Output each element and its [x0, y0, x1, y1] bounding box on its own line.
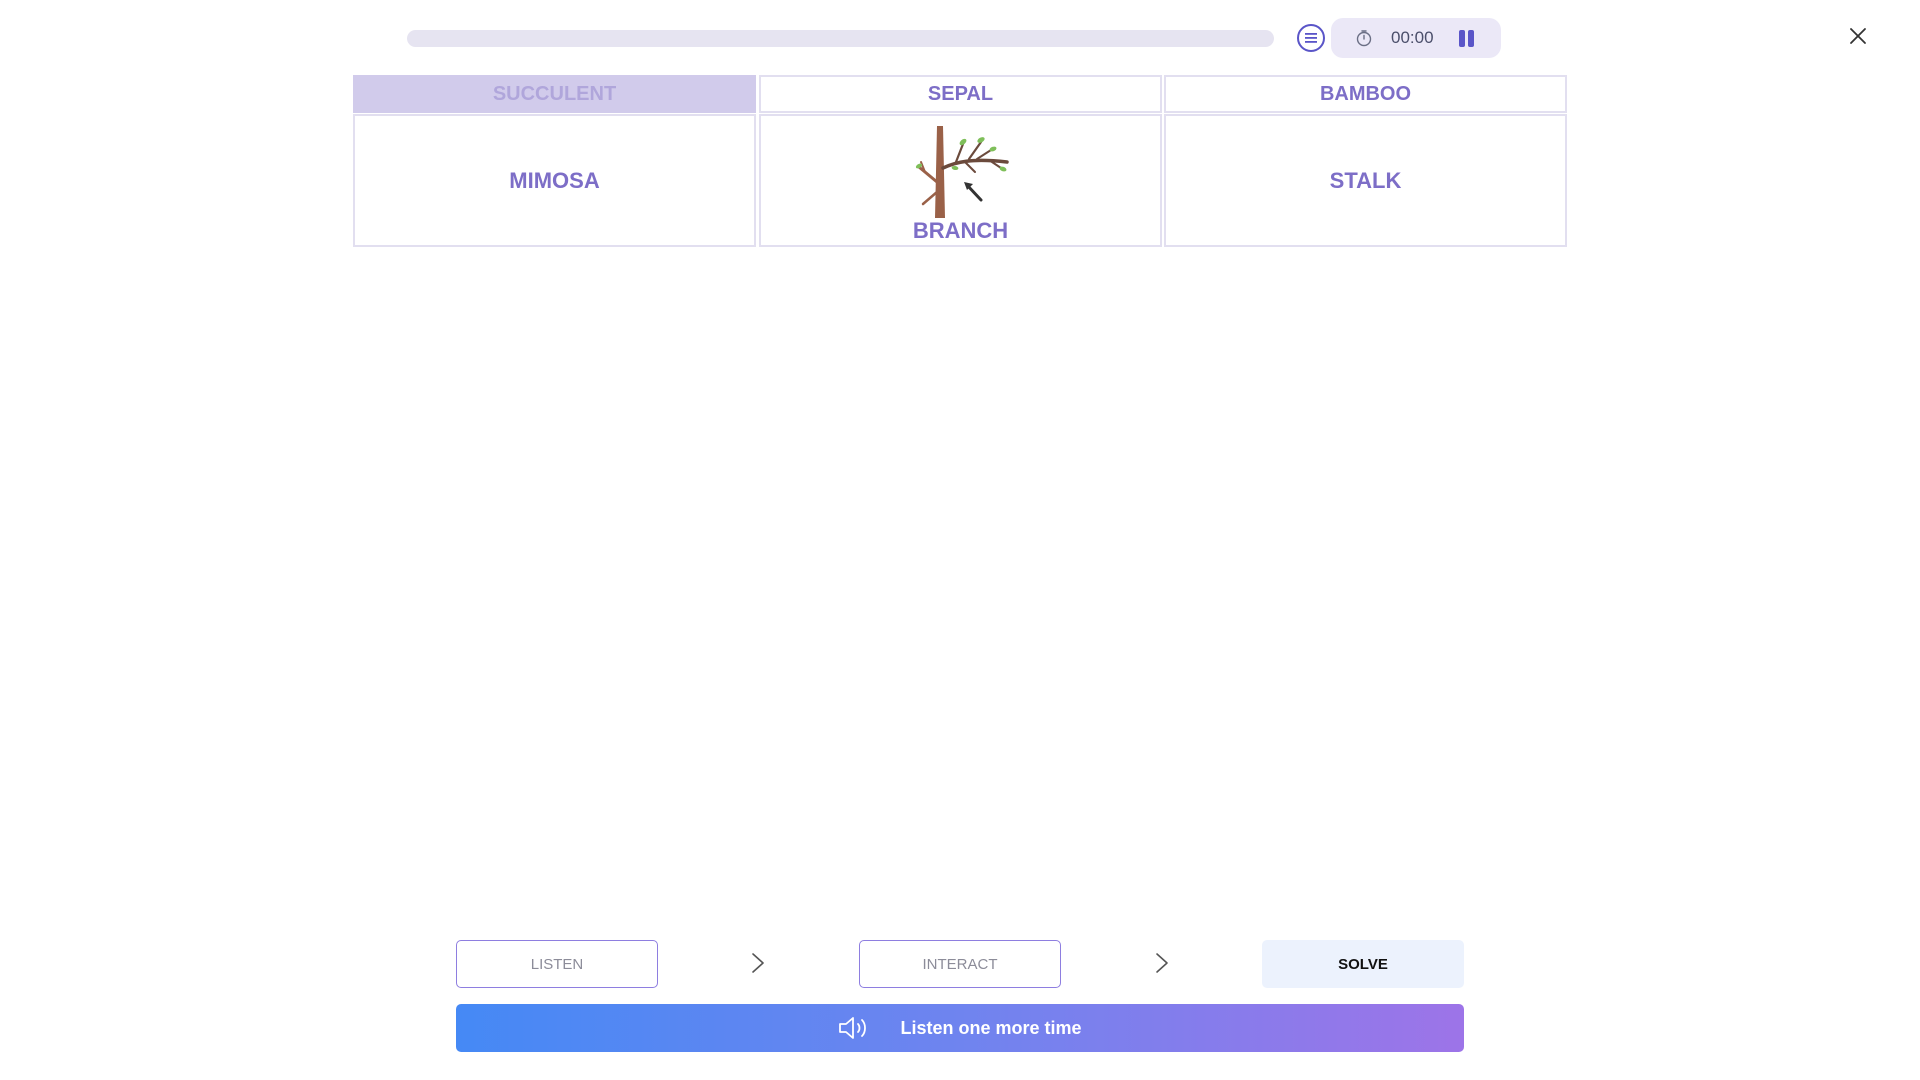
- header-tile-sepal[interactable]: SEPAL: [759, 75, 1162, 113]
- step-label: SOLVE: [1338, 955, 1388, 973]
- pause-icon-bar: [1468, 30, 1474, 47]
- header-label: SUCCULENT: [492, 82, 617, 105]
- timer-panel: 00:00: [1331, 18, 1501, 58]
- listen-again-button[interactable]: Listen one more time: [456, 1004, 1464, 1052]
- step-label: LISTEN: [530, 955, 584, 973]
- step-label: INTERACT: [922, 955, 998, 973]
- close-button[interactable]: [1846, 24, 1870, 48]
- header-tile-bamboo[interactable]: BAMBOO: [1164, 75, 1567, 113]
- card-label: STALK: [1329, 167, 1402, 193]
- list-button[interactable]: [1297, 24, 1325, 52]
- header-label: SEPAL: [927, 82, 994, 105]
- progress-bar: [407, 30, 1274, 47]
- speaker-icon: [839, 1017, 867, 1039]
- listen-again-label: Listen one more time: [900, 1017, 1082, 1038]
- header-label: BAMBOO: [1319, 82, 1412, 105]
- tree-branch-image: [915, 126, 1009, 218]
- timer-value: 00:00: [1391, 28, 1434, 47]
- card-label: BRANCH: [912, 218, 1009, 243]
- step-interact[interactable]: INTERACT: [859, 940, 1061, 988]
- card-stalk[interactable]: STALK: [1164, 114, 1567, 247]
- chevron-right-icon: [1156, 953, 1168, 973]
- list-icon: [1305, 33, 1317, 43]
- card-label: MIMOSA: [509, 167, 600, 193]
- step-solve[interactable]: SOLVE: [1262, 940, 1464, 988]
- chevron-right-icon: [752, 953, 764, 973]
- header-tile-succulent[interactable]: SUCCULENT: [353, 75, 756, 113]
- stopwatch-icon: [1356, 30, 1372, 47]
- close-icon: [1850, 28, 1866, 44]
- card-mimosa[interactable]: MIMOSA: [353, 114, 756, 247]
- pause-icon: [1459, 30, 1465, 47]
- step-listen[interactable]: LISTEN: [456, 940, 658, 988]
- pause-button[interactable]: [1457, 30, 1477, 47]
- card-branch[interactable]: BRANCH: [759, 114, 1162, 247]
- game-screen: 00:00 SUCCULENT SEPAL BAMBOO MIMOSA BRAN…: [0, 0, 1920, 1080]
